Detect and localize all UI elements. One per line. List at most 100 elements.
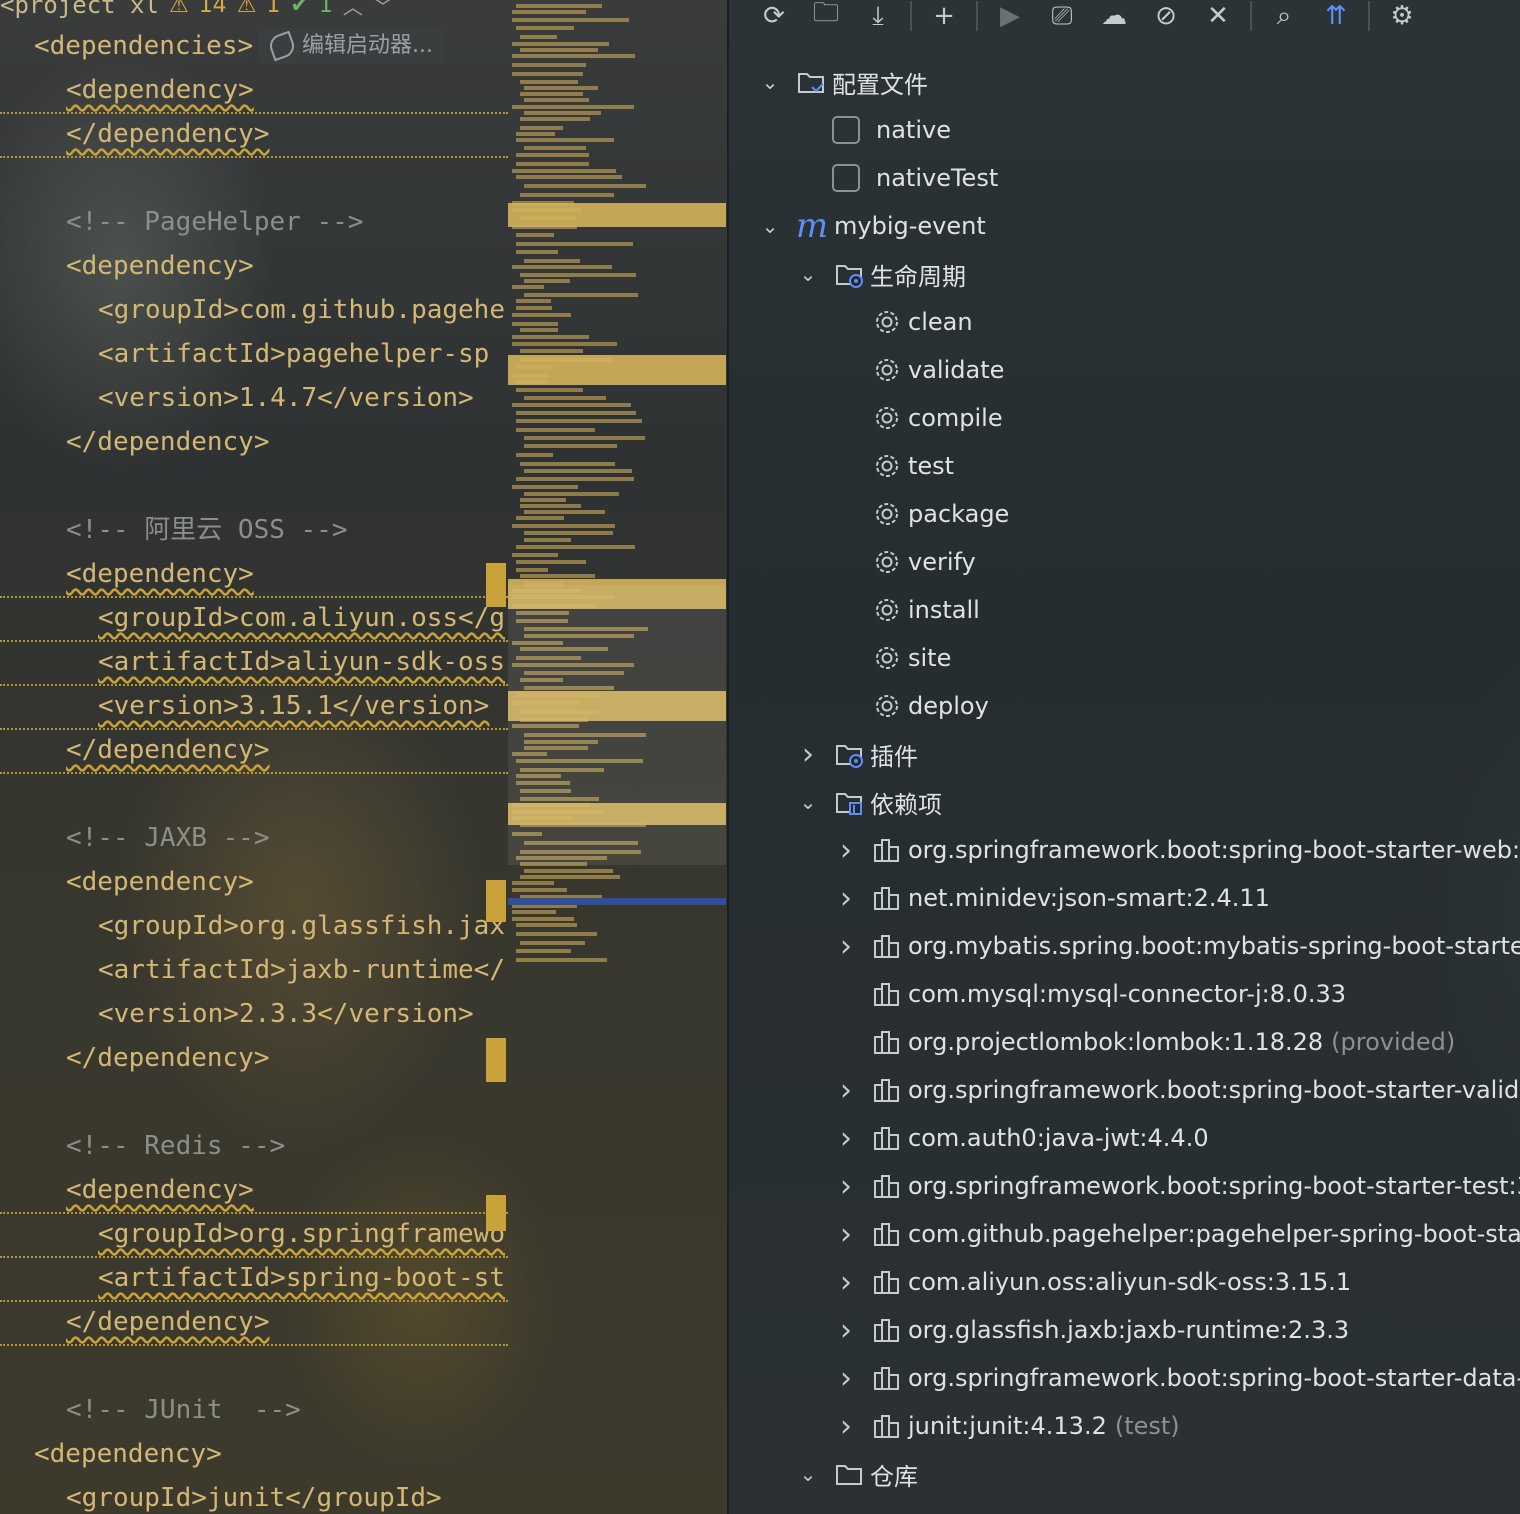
warning-icon[interactable]: ⚠ (169, 0, 189, 18)
tree-row[interactable]: validate (832, 346, 1004, 394)
chevron-down-icon[interactable]: ⌄ (794, 262, 822, 286)
analyze-icon[interactable]: ⌕ (1258, 0, 1310, 36)
show-deps-icon[interactable]: ⇈ (1310, 0, 1362, 36)
code-line[interactable]: <artifactId>aliyun-sdk-oss (98, 642, 505, 682)
chevron-down-icon[interactable]: ﹀ (373, 0, 393, 20)
tree-row[interactable]: › com.github.pagehelper:pagehelper-spring… (832, 1210, 1520, 1258)
collapse-icon[interactable]: ✕ (1192, 0, 1244, 36)
add-icon[interactable]: + (918, 0, 970, 36)
download-icon[interactable]: ⤓ (852, 0, 904, 36)
code-line[interactable]: <dependencies> (34, 26, 253, 66)
code-line[interactable]: <groupId>org.glassfish.jax (98, 906, 505, 946)
gutter-mark[interactable] (486, 880, 506, 922)
chevron-right-icon[interactable]: › (832, 833, 860, 868)
tree-row[interactable]: nativeTest (794, 154, 998, 202)
tree-row[interactable]: › org.mybatis.spring.boot:mybatis-spring-… (832, 922, 1520, 970)
tree-row[interactable]: clean (832, 298, 973, 346)
chevron-right-icon[interactable]: › (832, 1265, 860, 1300)
code-line[interactable]: <groupId>org.springframewo (98, 1214, 505, 1254)
minimap-viewport[interactable] (508, 585, 726, 865)
run-icon[interactable]: ▶ (984, 0, 1036, 36)
code-line[interactable]: <groupId>com.aliyun.oss</g (98, 598, 505, 638)
tree-row[interactable]: › 插件 (794, 730, 918, 778)
reload-folder-icon[interactable]: 🗀 (800, 0, 852, 36)
code-line[interactable]: <dependency> (34, 1434, 222, 1474)
tree-row[interactable]: ⌄ 配置文件 (756, 58, 928, 106)
tree-row[interactable]: › org.springframework.boot:spring-boot-st… (832, 1354, 1520, 1402)
code-comment[interactable]: <!-- JAXB --> (66, 818, 270, 858)
chevron-right-icon[interactable]: › (832, 1169, 860, 1204)
code-line[interactable]: <artifactId>jaxb-runtime</ (98, 950, 505, 990)
weak-warning-icon[interactable]: ⚠ (237, 0, 257, 18)
chevron-down-icon[interactable]: ⌄ (756, 70, 784, 94)
code-line[interactable]: <artifactId>pagehelper-sp (98, 334, 489, 374)
skip-tests-icon[interactable]: ⊘ (1140, 0, 1192, 36)
tree-row[interactable]: ⌄ 依赖项 (794, 778, 942, 826)
tree-row[interactable]: org.projectlombok:lombok:1.18.28 (provide… (832, 1018, 1455, 1066)
chevron-right-icon[interactable]: › (832, 1313, 860, 1348)
execute-goal-icon[interactable]: ⎚ (1036, 0, 1088, 36)
tree-row[interactable]: package (832, 490, 1009, 538)
code-line[interactable]: <version>3.15.1</version> (98, 686, 489, 726)
edit-starters-hint[interactable]: 编辑启动器... (258, 28, 445, 64)
settings-icon[interactable]: ⚙ (1376, 0, 1428, 36)
tree-row[interactable]: › net.minidev:json-smart:2.4.11 (832, 874, 1270, 922)
chevron-down-icon[interactable]: ⌄ (756, 214, 784, 238)
tree-row[interactable]: install (832, 586, 980, 634)
reload-icon[interactable]: ⟳ (748, 0, 800, 36)
code-line[interactable]: <dependency> (66, 246, 254, 286)
code-line[interactable]: <dependency> (66, 70, 254, 110)
tree-row[interactable]: native (794, 106, 951, 154)
code-line[interactable]: <groupId>junit</groupId> (66, 1478, 442, 1514)
tree-row[interactable]: › org.springframework.boot:spring-boot-st… (832, 1066, 1520, 1114)
code-comment[interactable]: <!-- 阿里云 OSS --> (66, 510, 348, 550)
tree-row[interactable]: com.mysql:mysql-connector-j:8.0.33 (832, 970, 1346, 1018)
tree-row[interactable]: › org.glassfish.jaxb:jaxb-runtime:2.3.3 (832, 1306, 1349, 1354)
code-line[interactable]: </dependency> (66, 1038, 270, 1078)
chevron-right-icon[interactable]: › (832, 1073, 860, 1108)
tree-row[interactable]: › org.springframework.boot:spring-boot-st… (832, 1162, 1520, 1210)
tree-row[interactable]: deploy (832, 682, 989, 730)
tree-row[interactable]: › com.auth0:java-jwt:4.4.0 (832, 1114, 1209, 1162)
check-icon[interactable]: ✔ (290, 0, 308, 18)
gutter-mark[interactable] (486, 1195, 506, 1231)
code-line[interactable]: <dependency> (66, 862, 254, 902)
error-stripe[interactable] (486, 0, 508, 1514)
tree-row[interactable]: verify (832, 538, 976, 586)
tree-row[interactable]: › com.aliyun.oss:aliyun-sdk-oss:3.15.1 (832, 1258, 1351, 1306)
tree-row[interactable]: compile (832, 394, 1003, 442)
minimap[interactable] (508, 0, 726, 1514)
code-line[interactable]: </dependency> (66, 422, 270, 462)
code-comment[interactable]: <!-- Redis --> (66, 1126, 285, 1166)
tree-row[interactable]: ⌄ 生命周期 (794, 250, 966, 298)
code-line[interactable]: <groupId>com.github.pagehe (98, 290, 505, 330)
code-comment[interactable]: <!-- PageHelper --> (66, 202, 363, 242)
code-line[interactable]: </dependency> (66, 1302, 270, 1342)
code-line[interactable]: <version>2.3.3</version> (98, 994, 474, 1034)
chevron-right-icon[interactable]: › (794, 737, 822, 772)
chevron-right-icon[interactable]: › (832, 929, 860, 964)
code-line[interactable]: <artifactId>spring-boot-st (98, 1258, 505, 1298)
chevron-up-icon[interactable]: ︿ (343, 0, 363, 20)
code-line[interactable]: <dependency> (66, 554, 254, 594)
chevron-right-icon[interactable]: › (832, 1409, 860, 1444)
gutter-mark[interactable] (486, 563, 506, 607)
tree-row[interactable]: ⌄ 仓库 (794, 1450, 918, 1498)
tree-row[interactable]: › org.springframework.boot:spring-boot-st… (832, 826, 1520, 874)
tree-row[interactable]: test (832, 442, 954, 490)
code-comment[interactable]: <!-- JUnit --> (66, 1390, 301, 1430)
checkbox[interactable] (832, 164, 860, 192)
chevron-down-icon[interactable]: ⌄ (794, 790, 822, 814)
chevron-right-icon[interactable]: › (832, 1217, 860, 1252)
gutter-mark[interactable] (486, 1038, 506, 1082)
panel-splitter[interactable] (727, 0, 729, 1514)
code-editor[interactable]: <project xl ⚠ 14 ⚠ 1 ✔ 1 ︿ ﹀ <dependenci… (0, 0, 508, 1514)
code-line[interactable]: <dependency> (66, 1170, 254, 1210)
chevron-right-icon[interactable]: › (832, 881, 860, 916)
chevron-down-icon[interactable]: ⌄ (794, 1462, 822, 1486)
code-line[interactable]: </dependency> (66, 114, 270, 154)
tree-row[interactable]: ⌄ m mybig-event (756, 202, 986, 250)
tree-row[interactable]: › junit:junit:4.13.2 (test) (832, 1402, 1180, 1450)
tree-row[interactable]: site (832, 634, 951, 682)
checkbox[interactable] (832, 116, 860, 144)
